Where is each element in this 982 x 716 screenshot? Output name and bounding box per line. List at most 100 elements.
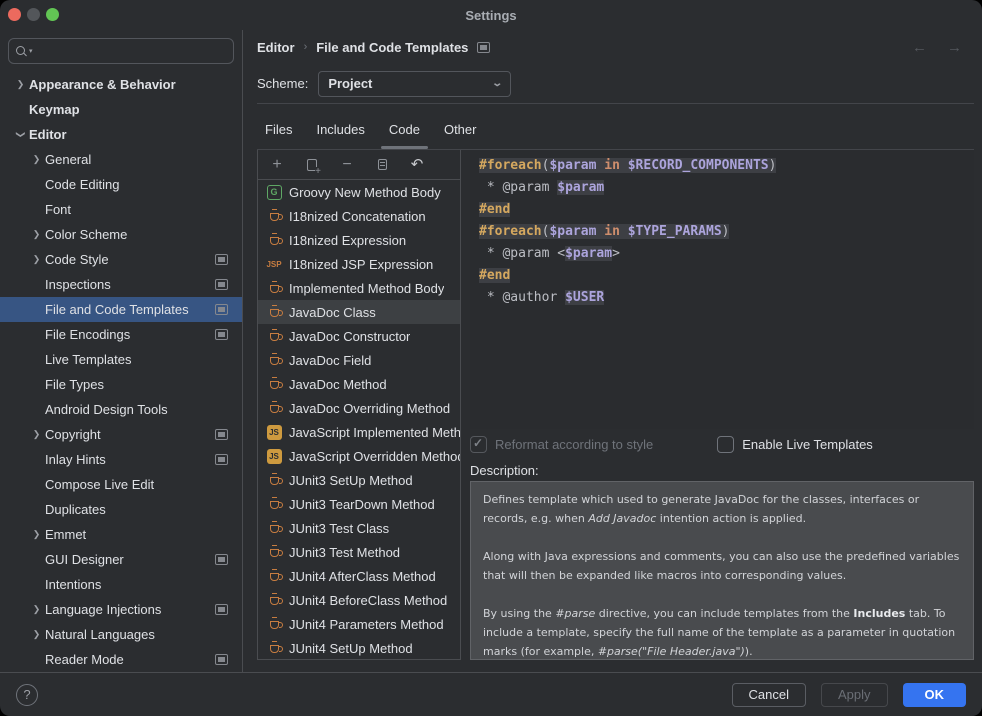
sidebar-item-file-encodings[interactable]: File Encodings [0, 322, 242, 347]
template-item-javadoc-constructor[interactable]: JavaDoc Constructor [258, 324, 460, 348]
search-options-caret-icon[interactable]: ▾ [29, 48, 33, 55]
sidebar-item-compose-live-edit[interactable]: Compose Live Edit [0, 472, 242, 497]
js-glyph: JS [267, 449, 282, 464]
sidebar-item-general[interactable]: ❯General [0, 147, 242, 172]
sidebar-item-live-templates[interactable]: Live Templates [0, 347, 242, 372]
description-paragraph: By using the #parse directive, you can i… [483, 604, 961, 660]
tab-files[interactable]: Files [257, 110, 300, 149]
chevron-right-icon[interactable]: ❯ [28, 429, 45, 440]
chevron-right-icon[interactable]: ❯ [12, 79, 29, 90]
template-code-editor[interactable]: #foreach($param in $RECORD_COMPONENTS) *… [470, 150, 974, 429]
sidebar-item-code-style[interactable]: ❯Code Style [0, 247, 242, 272]
settings-indicator-icon [215, 654, 228, 665]
back-icon: ← [912, 39, 927, 56]
sidebar-item-natural-languages[interactable]: ❯Natural Languages [0, 622, 242, 647]
sidebar-item-file-types[interactable]: File Types [0, 372, 242, 397]
java-icon [266, 211, 282, 221]
sidebar-item-language-injections[interactable]: ❯Language Injections [0, 597, 242, 622]
template-item-i18nized-jsp-expression[interactable]: JSPI18nized JSP Expression [258, 252, 460, 276]
sidebar-item-reader-mode[interactable]: Reader Mode [0, 647, 242, 672]
settings-indicator-icon [215, 304, 228, 315]
work-area: + − ↶ GGroovy New Method BodyI18nized Conc… [257, 149, 974, 660]
add-template-icon[interactable]: + [269, 157, 285, 173]
sidebar-item-font[interactable]: Font [0, 197, 242, 222]
template-item-i18nized-expression[interactable]: I18nized Expression [258, 228, 460, 252]
ok-button[interactable]: OK [903, 683, 967, 707]
tab-includes[interactable]: Includes [308, 110, 372, 149]
dialog-footer: ? Cancel Apply OK [0, 672, 982, 716]
chevron-right-icon[interactable]: ❯ [28, 254, 45, 265]
code-segment: $param [557, 180, 604, 195]
settings-search-field[interactable]: ▾ [8, 38, 234, 64]
sidebar-item-editor[interactable]: ❯Editor [0, 122, 242, 147]
template-item-junit4-setup-method[interactable]: JUnit4 SetUp Method [258, 636, 460, 659]
template-item-javadoc-overriding-method[interactable]: JavaDoc Overriding Method [258, 396, 460, 420]
template-item-javascript-overridden-method-body[interactable]: JSJavaScript Overridden Method Body [258, 444, 460, 468]
template-item-implemented-method-body[interactable]: Implemented Method Body [258, 276, 460, 300]
copy-template-icon[interactable] [374, 157, 390, 173]
tab-other[interactable]: Other [436, 110, 485, 149]
template-item-javascript-implemented-method-body[interactable]: JS JavaScript Implemented Method Body [258, 420, 460, 444]
chevron-down-icon[interactable]: ❯ [15, 126, 26, 143]
chevron-right-icon[interactable]: ❯ [28, 629, 45, 640]
sidebar-item-inspections[interactable]: Inspections [0, 272, 242, 297]
remove-template-icon[interactable]: − [339, 157, 355, 173]
reset-template-glyph: ↶ [411, 157, 424, 172]
sidebar-item-inlay-hints[interactable]: Inlay Hints [0, 447, 242, 472]
template-item-javadoc-method[interactable]: JavaDoc Method [258, 372, 460, 396]
code-segment: in [604, 224, 620, 239]
js-glyph: JS [267, 425, 282, 440]
sidebar-item-code-editing[interactable]: Code Editing [0, 172, 242, 197]
sidebar-item-intentions[interactable]: Intentions [0, 572, 242, 597]
sidebar-item-gui-designer[interactable]: GUI Designer [0, 547, 242, 572]
sidebar-item-label: File Types [45, 377, 104, 392]
help-button[interactable]: ? [16, 684, 38, 706]
sidebar-item-label: File Encodings [45, 327, 130, 342]
template-item-label: JavaScript Implemented Method Body [289, 425, 460, 440]
java-cup-shape [270, 549, 279, 557]
template-item-junit4-beforeclass-method[interactable]: JUnit4 BeforeClass Method [258, 588, 460, 612]
template-item-javadoc-class[interactable]: JavaDoc Class [258, 300, 460, 324]
description-label: Description: [470, 459, 974, 481]
description-box[interactable]: Defines template which used to generate … [470, 481, 974, 660]
breadcrumb-editor[interactable]: Editor [257, 40, 295, 55]
chevron-right-icon[interactable]: ❯ [28, 229, 45, 240]
template-item-junit4-parameters-method[interactable]: JUnit4 Parameters Method [258, 612, 460, 636]
js-icon: JS [266, 425, 282, 440]
scheme-dropdown[interactable]: Project ⌄ [318, 71, 511, 97]
sidebar-item-copyright[interactable]: ❯Copyright [0, 422, 242, 447]
create-template-from-file-icon[interactable] [304, 157, 320, 173]
template-item-junit3-setup-method[interactable]: JUnit3 SetUp Method [258, 468, 460, 492]
reset-template-icon[interactable]: ↶ [409, 157, 425, 173]
code-line: #foreach($param in $TYPE_PARAMS) [479, 221, 965, 243]
sidebar-item-android-design-tools[interactable]: Android Design Tools [0, 397, 242, 422]
template-item-i18nized-concatenation[interactable]: I18nized Concatenation [258, 204, 460, 228]
template-item-junit3-test-method[interactable]: JUnit3 Test Method [258, 540, 460, 564]
sidebar-item-label: Keymap [29, 102, 80, 117]
template-item-junit4-afterclass-method[interactable]: JUnit4 AfterClass Method [258, 564, 460, 588]
template-item-label: JUnit3 SetUp Method [289, 473, 413, 488]
template-item-junit3-teardown-method[interactable]: JUnit3 TearDown Method [258, 492, 460, 516]
enable-live-templates-checkbox[interactable] [717, 436, 734, 453]
sidebar-item-file-and-code-templates[interactable]: File and Code Templates [0, 297, 242, 322]
jsp-icon: JSP [266, 260, 282, 269]
sidebar-item-color-scheme[interactable]: ❯Color Scheme [0, 222, 242, 247]
template-item-groovy-new-method-body[interactable]: GGroovy New Method Body [258, 180, 460, 204]
sidebar-item-appearance-behavior[interactable]: ❯Appearance & Behavior [0, 72, 242, 97]
code-segment: * @param [479, 180, 557, 195]
sidebar-item-duplicates[interactable]: Duplicates [0, 497, 242, 522]
enable-live-templates-label: Enable Live Templates [742, 437, 873, 452]
search-input[interactable] [35, 43, 226, 60]
template-item-javadoc-field[interactable]: JavaDoc Field [258, 348, 460, 372]
code-segment [620, 224, 628, 239]
tab-code[interactable]: Code [381, 110, 428, 149]
template-list: GGroovy New Method BodyI18nized Concaten… [258, 180, 460, 659]
sidebar-item-keymap[interactable]: Keymap [0, 97, 242, 122]
sidebar-item-emmet[interactable]: ❯Emmet [0, 522, 242, 547]
template-tabs: FilesIncludesCodeOther [257, 104, 974, 149]
chevron-right-icon[interactable]: ❯ [28, 604, 45, 615]
chevron-right-icon[interactable]: ❯ [28, 529, 45, 540]
cancel-button[interactable]: Cancel [732, 683, 806, 707]
template-item-junit3-test-class[interactable]: JUnit3 Test Class [258, 516, 460, 540]
chevron-right-icon[interactable]: ❯ [28, 154, 45, 165]
